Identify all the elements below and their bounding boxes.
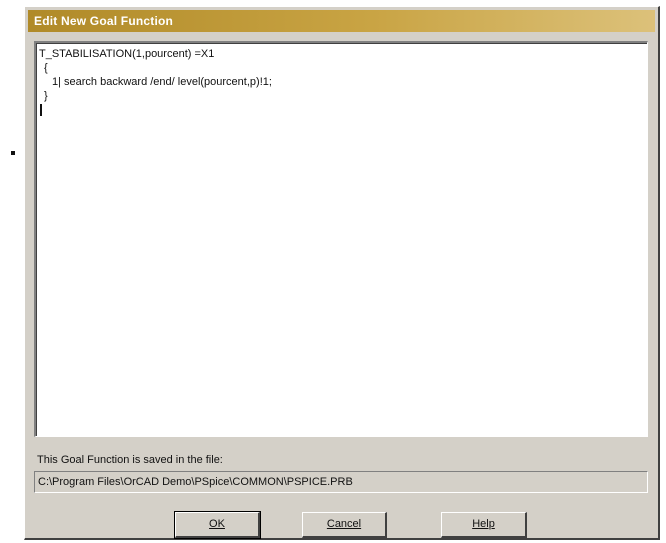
edit-goal-function-dialog: Edit New Goal Function T_STABILISATION(1…	[24, 6, 660, 540]
code-line-1: T_STABILISATION(1,pourcent) =X1	[39, 48, 215, 60]
ok-button[interactable]: OK	[174, 511, 261, 539]
saved-file-label: This Goal Function is saved in the file:	[37, 454, 223, 466]
help-button[interactable]: Help	[441, 512, 527, 538]
saved-file-path-field: C:\Program Files\OrCAD Demo\PSpice\COMMO…	[34, 471, 648, 493]
title-bar[interactable]: Edit New Goal Function	[28, 10, 655, 32]
text-caret	[40, 104, 42, 116]
code-line-4: }	[44, 90, 48, 102]
code-line-2: {	[44, 62, 48, 74]
window-title: Edit New Goal Function	[34, 14, 174, 28]
goal-function-editor[interactable]: T_STABILISATION(1,pourcent) =X1 { 1| sea…	[34, 41, 648, 437]
stray-mark	[11, 151, 15, 155]
cancel-button[interactable]: Cancel	[302, 512, 387, 538]
code-line-3: 1| search backward /end/ level(pourcent,…	[52, 76, 272, 88]
